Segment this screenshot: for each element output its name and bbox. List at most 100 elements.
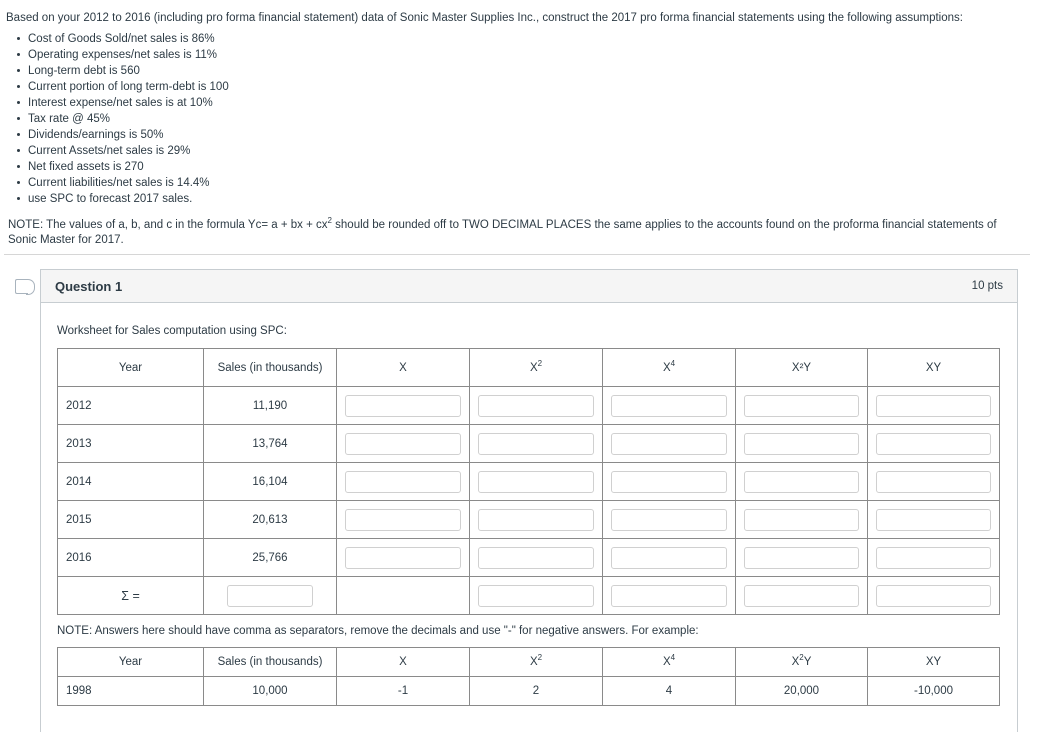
input-x2y-2013[interactable] <box>744 432 859 455</box>
input-xy-2015[interactable] <box>876 508 991 531</box>
cell-input-sum-sales <box>203 576 337 615</box>
input-sum-x4[interactable] <box>611 584 727 607</box>
input-xy-2016[interactable] <box>876 546 991 569</box>
cell-sales: 16,104 <box>203 462 337 501</box>
answer-format-note: NOTE: Answers here should have comma as … <box>57 625 699 637</box>
assumption-item: use SPC to forecast 2017 sales. <box>6 191 1026 207</box>
input-x2y-2012[interactable] <box>744 394 859 417</box>
assumption-label: Tax rate @ 45% <box>28 113 110 125</box>
input-xy-2012[interactable] <box>876 394 991 417</box>
input-x-2015[interactable] <box>345 508 461 531</box>
header-exponent: 4 <box>670 358 676 368</box>
cell-year: 2014 <box>57 462 204 501</box>
table-row: 2015 20,613 <box>57 500 1000 539</box>
table-row: 2013 13,764 <box>57 424 1000 463</box>
column-header-year: Year <box>57 348 204 387</box>
input-sum-sales[interactable] <box>227 584 313 607</box>
assumption-item: Interest expense/net sales is at 10% <box>6 95 1026 111</box>
input-x-2014[interactable] <box>345 470 461 493</box>
input-x-2013[interactable] <box>345 432 461 455</box>
assumption-item: Current liabilities/net sales is 14.4% <box>6 175 1026 191</box>
cell-input-x <box>336 386 470 425</box>
column-header-x-squared: X2 <box>469 647 603 677</box>
table-row: 2016 25,766 <box>57 538 1000 577</box>
example-header-row: Year Sales (in thousands) X X2 X4 X2Y XY <box>57 647 1000 677</box>
input-x2-2012[interactable] <box>478 394 594 417</box>
input-sum-x2y[interactable] <box>744 584 859 607</box>
assumption-label: Long-term debt is 560 <box>28 65 140 77</box>
cell-input-x2 <box>469 386 603 425</box>
assumption-label: Interest expense/net sales is at 10% <box>28 97 213 109</box>
input-sum-x2[interactable] <box>478 584 594 607</box>
assumption-label: Current Assets/net sales is 29% <box>28 145 191 157</box>
input-x4-2015[interactable] <box>611 508 727 531</box>
cell-example-x2: 2 <box>469 676 603 706</box>
table-row: 2012 11,190 <box>57 386 1000 425</box>
cell-year: 2016 <box>57 538 204 577</box>
input-x4-2013[interactable] <box>611 432 727 455</box>
cell-example-xy: -10,000 <box>867 676 1000 706</box>
table-row: 2014 16,104 <box>57 462 1000 501</box>
assumption-label: Dividends/earnings is 50% <box>28 129 164 141</box>
cell-input-sum-xy <box>867 576 1000 615</box>
cell-input-sum-x2 <box>469 576 603 615</box>
cell-sales: 13,764 <box>203 424 337 463</box>
cell-empty-sum-x <box>336 576 470 615</box>
worksheet-label: Worksheet for Sales computation using SP… <box>57 325 287 337</box>
worksheet-header-row: Year Sales (in thousands) X X2 X4 X²Y XY <box>57 348 1000 387</box>
column-header-xy: XY <box>867 647 1000 677</box>
cell-year: 2012 <box>57 386 204 425</box>
input-x2-2013[interactable] <box>478 432 594 455</box>
question-wrapper: Question 1 10 pts Worksheet for Sales co… <box>15 269 1018 732</box>
input-xy-2013[interactable] <box>876 432 991 455</box>
cell-example-x4: 4 <box>602 676 736 706</box>
assumption-label: Current portion of long term-debt is 100 <box>28 81 229 93</box>
input-x4-2014[interactable] <box>611 470 727 493</box>
input-x-2012[interactable] <box>345 394 461 417</box>
bullet-icon <box>17 149 20 152</box>
assumption-label: use SPC to forecast 2017 sales. <box>28 193 193 205</box>
input-x-2016[interactable] <box>345 546 461 569</box>
cell-year: 2013 <box>57 424 204 463</box>
cell-input-x <box>336 424 470 463</box>
cell-example-x2y: 20,000 <box>735 676 868 706</box>
input-xy-2014[interactable] <box>876 470 991 493</box>
assumption-item: Long-term debt is 560 <box>6 63 1026 79</box>
cell-input-x2 <box>469 462 603 501</box>
column-header-year: Year <box>57 647 204 677</box>
column-header-x: X <box>336 647 470 677</box>
input-x4-2016[interactable] <box>611 546 727 569</box>
input-x2y-2016[interactable] <box>744 546 859 569</box>
header-exponent: 2 <box>537 653 543 663</box>
bullet-icon <box>17 69 20 72</box>
bullet-icon <box>17 117 20 120</box>
cell-sales: 20,613 <box>203 500 337 539</box>
intro-section: Based on your 2012 to 2016 (including pr… <box>0 0 1040 248</box>
bullet-icon <box>17 197 20 200</box>
bullet-icon <box>17 133 20 136</box>
page-root: Based on your 2012 to 2016 (including pr… <box>0 0 1040 732</box>
example-row: 1998 10,000 -1 2 4 20,000 -10,000 <box>57 676 1000 706</box>
bullet-icon <box>17 37 20 40</box>
input-x2-2015[interactable] <box>478 508 594 531</box>
input-x2y-2015[interactable] <box>744 508 859 531</box>
bookmark-flag-icon[interactable] <box>15 278 35 295</box>
assumption-item: Cost of Goods Sold/net sales is 86% <box>6 31 1026 47</box>
cell-input-x2y <box>735 538 868 577</box>
input-x2-2014[interactable] <box>478 470 594 493</box>
input-x2-2016[interactable] <box>478 546 594 569</box>
input-x2y-2014[interactable] <box>744 470 859 493</box>
bullet-icon <box>17 85 20 88</box>
assumption-item: Tax rate @ 45% <box>6 111 1026 127</box>
intro-lead-text: Based on your 2012 to 2016 (including pr… <box>6 12 963 24</box>
input-x4-2012[interactable] <box>611 394 727 417</box>
question-points-badge: 10 pts <box>971 280 1003 292</box>
cell-input-xy <box>867 500 1000 539</box>
column-header-x-squared: X2 <box>469 348 603 387</box>
cell-input-x4 <box>602 386 736 425</box>
cell-input-xy <box>867 386 1000 425</box>
column-header-x-squared-y: X²Y <box>735 348 868 387</box>
question-body: Worksheet for Sales computation using SP… <box>41 303 1017 732</box>
bullet-icon <box>17 181 20 184</box>
input-sum-xy[interactable] <box>876 584 991 607</box>
